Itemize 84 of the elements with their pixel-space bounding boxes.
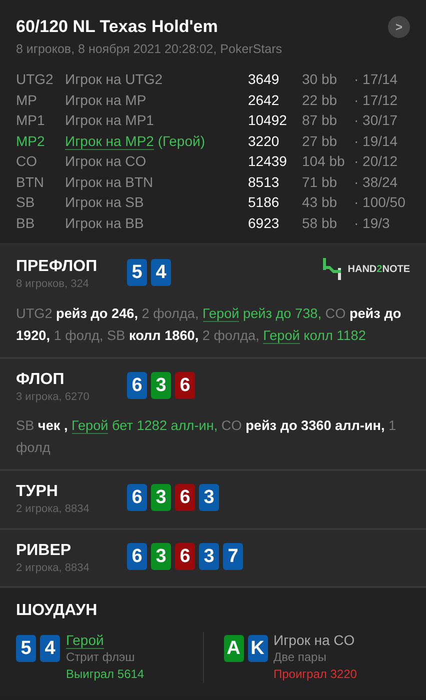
street-info: 2 игрока, 8834 [16, 502, 90, 518]
player-name: Игрок на MP1 [65, 111, 155, 130]
player-name: Игрок на CO [274, 632, 355, 648]
player-stats: · 17/12 [354, 90, 399, 110]
player-stack: 8513 [248, 172, 280, 192]
playing-card: 3 [151, 484, 171, 512]
playing-card: A [224, 635, 244, 662]
playing-card: 4 [40, 635, 60, 662]
street-title: ТУРН [16, 483, 59, 502]
playing-card: 6 [175, 484, 195, 512]
player-stack: 10492 [248, 111, 288, 130]
player-stack: 2642 [248, 90, 280, 110]
playing-card: 5 [127, 259, 147, 286]
street-title: РИВЕР [16, 542, 72, 560]
action-log: SB чек , Герой бет 1282 алл-ин, CO рейз до 3360 алл-ин, 1 фолд [16, 417, 398, 458]
player-stats: · 17/14 [354, 70, 399, 90]
player-position: CO [16, 152, 38, 172]
player-position: BB [16, 214, 36, 233]
player-stats: · 19/3 [354, 214, 391, 233]
playing-card: 3 [151, 372, 171, 399]
playing-card: 7 [223, 542, 243, 570]
player-name: Игрок на BTN [65, 172, 154, 192]
hero-link[interactable]: Герой [66, 632, 104, 650]
player-stats: · 100/50 [354, 193, 406, 212]
hand-subtitle: 8 игроков, 8 ноября 2021 20:28:02, PokerStars [16, 40, 283, 58]
playing-card: 6 [175, 542, 195, 570]
stack-bb: 87 bb [302, 111, 338, 130]
street-info: 2 игрока, 8834 [16, 560, 90, 576]
playing-card: 6 [175, 372, 195, 399]
player-name: Игрок на BB [65, 214, 145, 233]
player-name: Игрок на UTG2 [65, 70, 164, 90]
stack-bb: 104 bb [302, 152, 346, 172]
player-stack: 12439 [248, 152, 288, 172]
next-button[interactable]: > [388, 16, 410, 38]
street-info: 3 игрока, 6270 [16, 390, 90, 405]
player-position: SB [16, 193, 36, 212]
street-title: ПРЕФЛОП [16, 258, 98, 276]
stack-bb: 43 bb [302, 193, 338, 212]
player-stats: · 19/14 [354, 132, 399, 151]
player-position: MP1 [16, 111, 46, 130]
player-stack: 3220 [248, 132, 280, 151]
action-log: UTG2 рейз до 246, 2 фолда, Герой рейз до 738, CO рейз до 1920, 1 фолд, SB колл 1860, 2 фолда, Герой колл 1182 [16, 304, 402, 346]
stack-bb: 22 bb [302, 90, 338, 110]
hand-title: 60/120 NL Texas Hold'em [16, 16, 218, 38]
street-info: 8 игроков, 324 [16, 277, 90, 292]
hero-label: (Герой) [158, 132, 205, 149]
player-name: Игрок на CO [65, 152, 148, 172]
playing-card: 3 [199, 484, 219, 512]
player-stack: 5186 [248, 193, 280, 212]
player-stack: 3649 [248, 70, 280, 90]
stack-bb: 58 bb [302, 214, 338, 233]
player-position: MP2 [16, 132, 46, 151]
player-stats: · 20/12 [354, 152, 399, 172]
player-position: BTN [16, 172, 45, 192]
playing-card: K [248, 635, 268, 662]
player-name-link[interactable]: Игрок на MP2 [65, 132, 154, 150]
player-stats: · 30/17 [354, 111, 399, 130]
playing-card: 3 [151, 542, 171, 570]
player-stats: · 38/24 [354, 172, 399, 192]
player-name: Игрок на SB [65, 193, 145, 212]
logo-icon [322, 258, 342, 280]
player-position: UTG2 [16, 70, 54, 90]
result-text: Выиграл 5614 [66, 666, 144, 684]
stack-bb: 71 bb [302, 172, 338, 192]
player-position: MP [16, 90, 38, 110]
playing-card: 5 [16, 635, 36, 662]
hero-link[interactable]: Герой [263, 328, 300, 344]
hero-link[interactable]: Герой [72, 418, 108, 434]
player-name: Игрок на MP [65, 90, 148, 110]
player-stack: 6923 [248, 214, 280, 233]
showdown-title: ШОУДАУН [16, 602, 98, 620]
playing-card: 6 [127, 542, 147, 570]
hand-rank: Стрит флэш [66, 649, 136, 666]
playing-card: 6 [127, 484, 147, 512]
playing-card: 4 [151, 259, 171, 286]
stack-bb: 30 bb [302, 70, 338, 90]
result-text: Проиграл 3220 [274, 666, 357, 684]
hero-link[interactable]: Герой [202, 306, 240, 322]
logo-text: HAND2NOTE [348, 262, 410, 277]
hand-rank: Две пары [274, 649, 328, 666]
playing-card: 6 [127, 372, 147, 399]
playing-card: 3 [199, 542, 219, 570]
street-title: ФЛОП [16, 370, 66, 389]
stack-bb: 27 bb [302, 132, 338, 151]
